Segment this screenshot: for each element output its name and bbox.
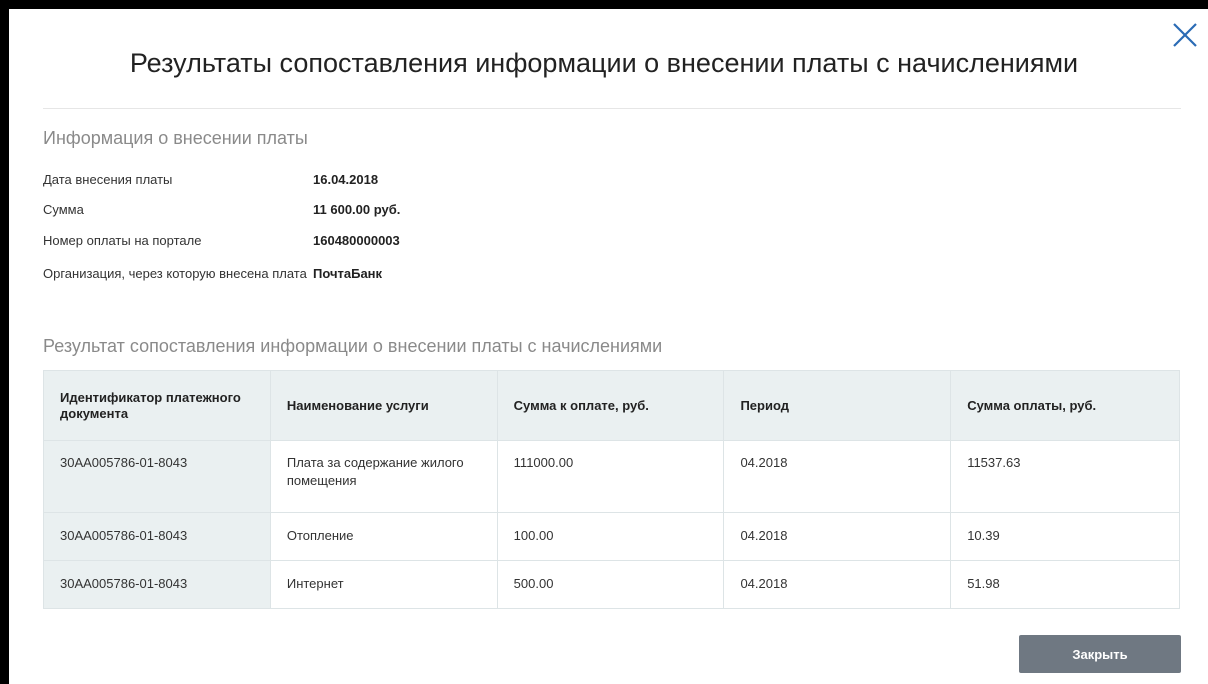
column-header: Наименование услуги <box>269 370 498 441</box>
results-table: Идентификатор платежного документа Наиме… <box>43 370 1180 609</box>
info-label: Организация, через которую внесена плата <box>43 266 307 281</box>
table-header-row: Идентификатор платежного документа Наиме… <box>43 370 1180 441</box>
table-cell: 100.00 <box>496 512 724 561</box>
column-header: Период <box>723 370 952 441</box>
table-cell: 30АА005786-01-8043 <box>43 512 271 561</box>
column-header: Сумма оплаты, руб. <box>950 370 1180 441</box>
dialog-title: Результаты сопоставления информации о вн… <box>129 48 1079 78</box>
table-cell: 10.39 <box>950 512 1180 561</box>
table-cell: 04.2018 <box>723 440 951 513</box>
payment-info-heading: Информация о внесении платы <box>43 128 308 148</box>
column-header: Идентификатор платежного документа <box>43 370 271 441</box>
table-cell: 11537.63 <box>950 440 1180 513</box>
table-cell: 111000.00 <box>496 440 724 513</box>
table-cell: 04.2018 <box>723 512 951 561</box>
window-frame-left <box>0 0 9 684</box>
table-cell: 30АА005786-01-8043 <box>43 560 271 609</box>
table-row: 30АА005786-01-8043 Интернет 500.00 04.20… <box>43 560 1180 609</box>
column-header: Сумма к оплате, руб. <box>496 370 725 441</box>
table-cell: 30АА005786-01-8043 <box>43 440 271 513</box>
close-button[interactable]: Закрыть <box>1019 635 1181 673</box>
table-cell: 51.98 <box>950 560 1180 609</box>
table-cell: Плата за содержание жилого помещения <box>269 440 498 513</box>
info-value: 16.04.2018 <box>313 172 379 187</box>
table-cell: Интернет <box>269 560 498 609</box>
window-frame-top <box>0 0 1208 9</box>
table-cell: Отопление <box>269 512 498 561</box>
info-label: Дата внесения платы <box>43 172 173 187</box>
info-value: 11 600.00 руб. <box>313 202 401 217</box>
info-label: Сумма <box>43 202 84 217</box>
info-label: Номер оплаты на портале <box>43 233 202 248</box>
results-heading: Результат сопоставления информации о вне… <box>43 336 663 356</box>
info-value: ПочтаБанк <box>313 266 383 281</box>
table-cell: 04.2018 <box>723 560 951 609</box>
table-row: 30АА005786-01-8043 Плата за содержание ж… <box>43 440 1180 513</box>
title-divider <box>43 108 1181 109</box>
info-value: 160480000003 <box>313 233 400 248</box>
table-cell: 500.00 <box>496 560 724 609</box>
table-row: 30АА005786-01-8043 Отопление 100.00 04.2… <box>43 512 1180 561</box>
